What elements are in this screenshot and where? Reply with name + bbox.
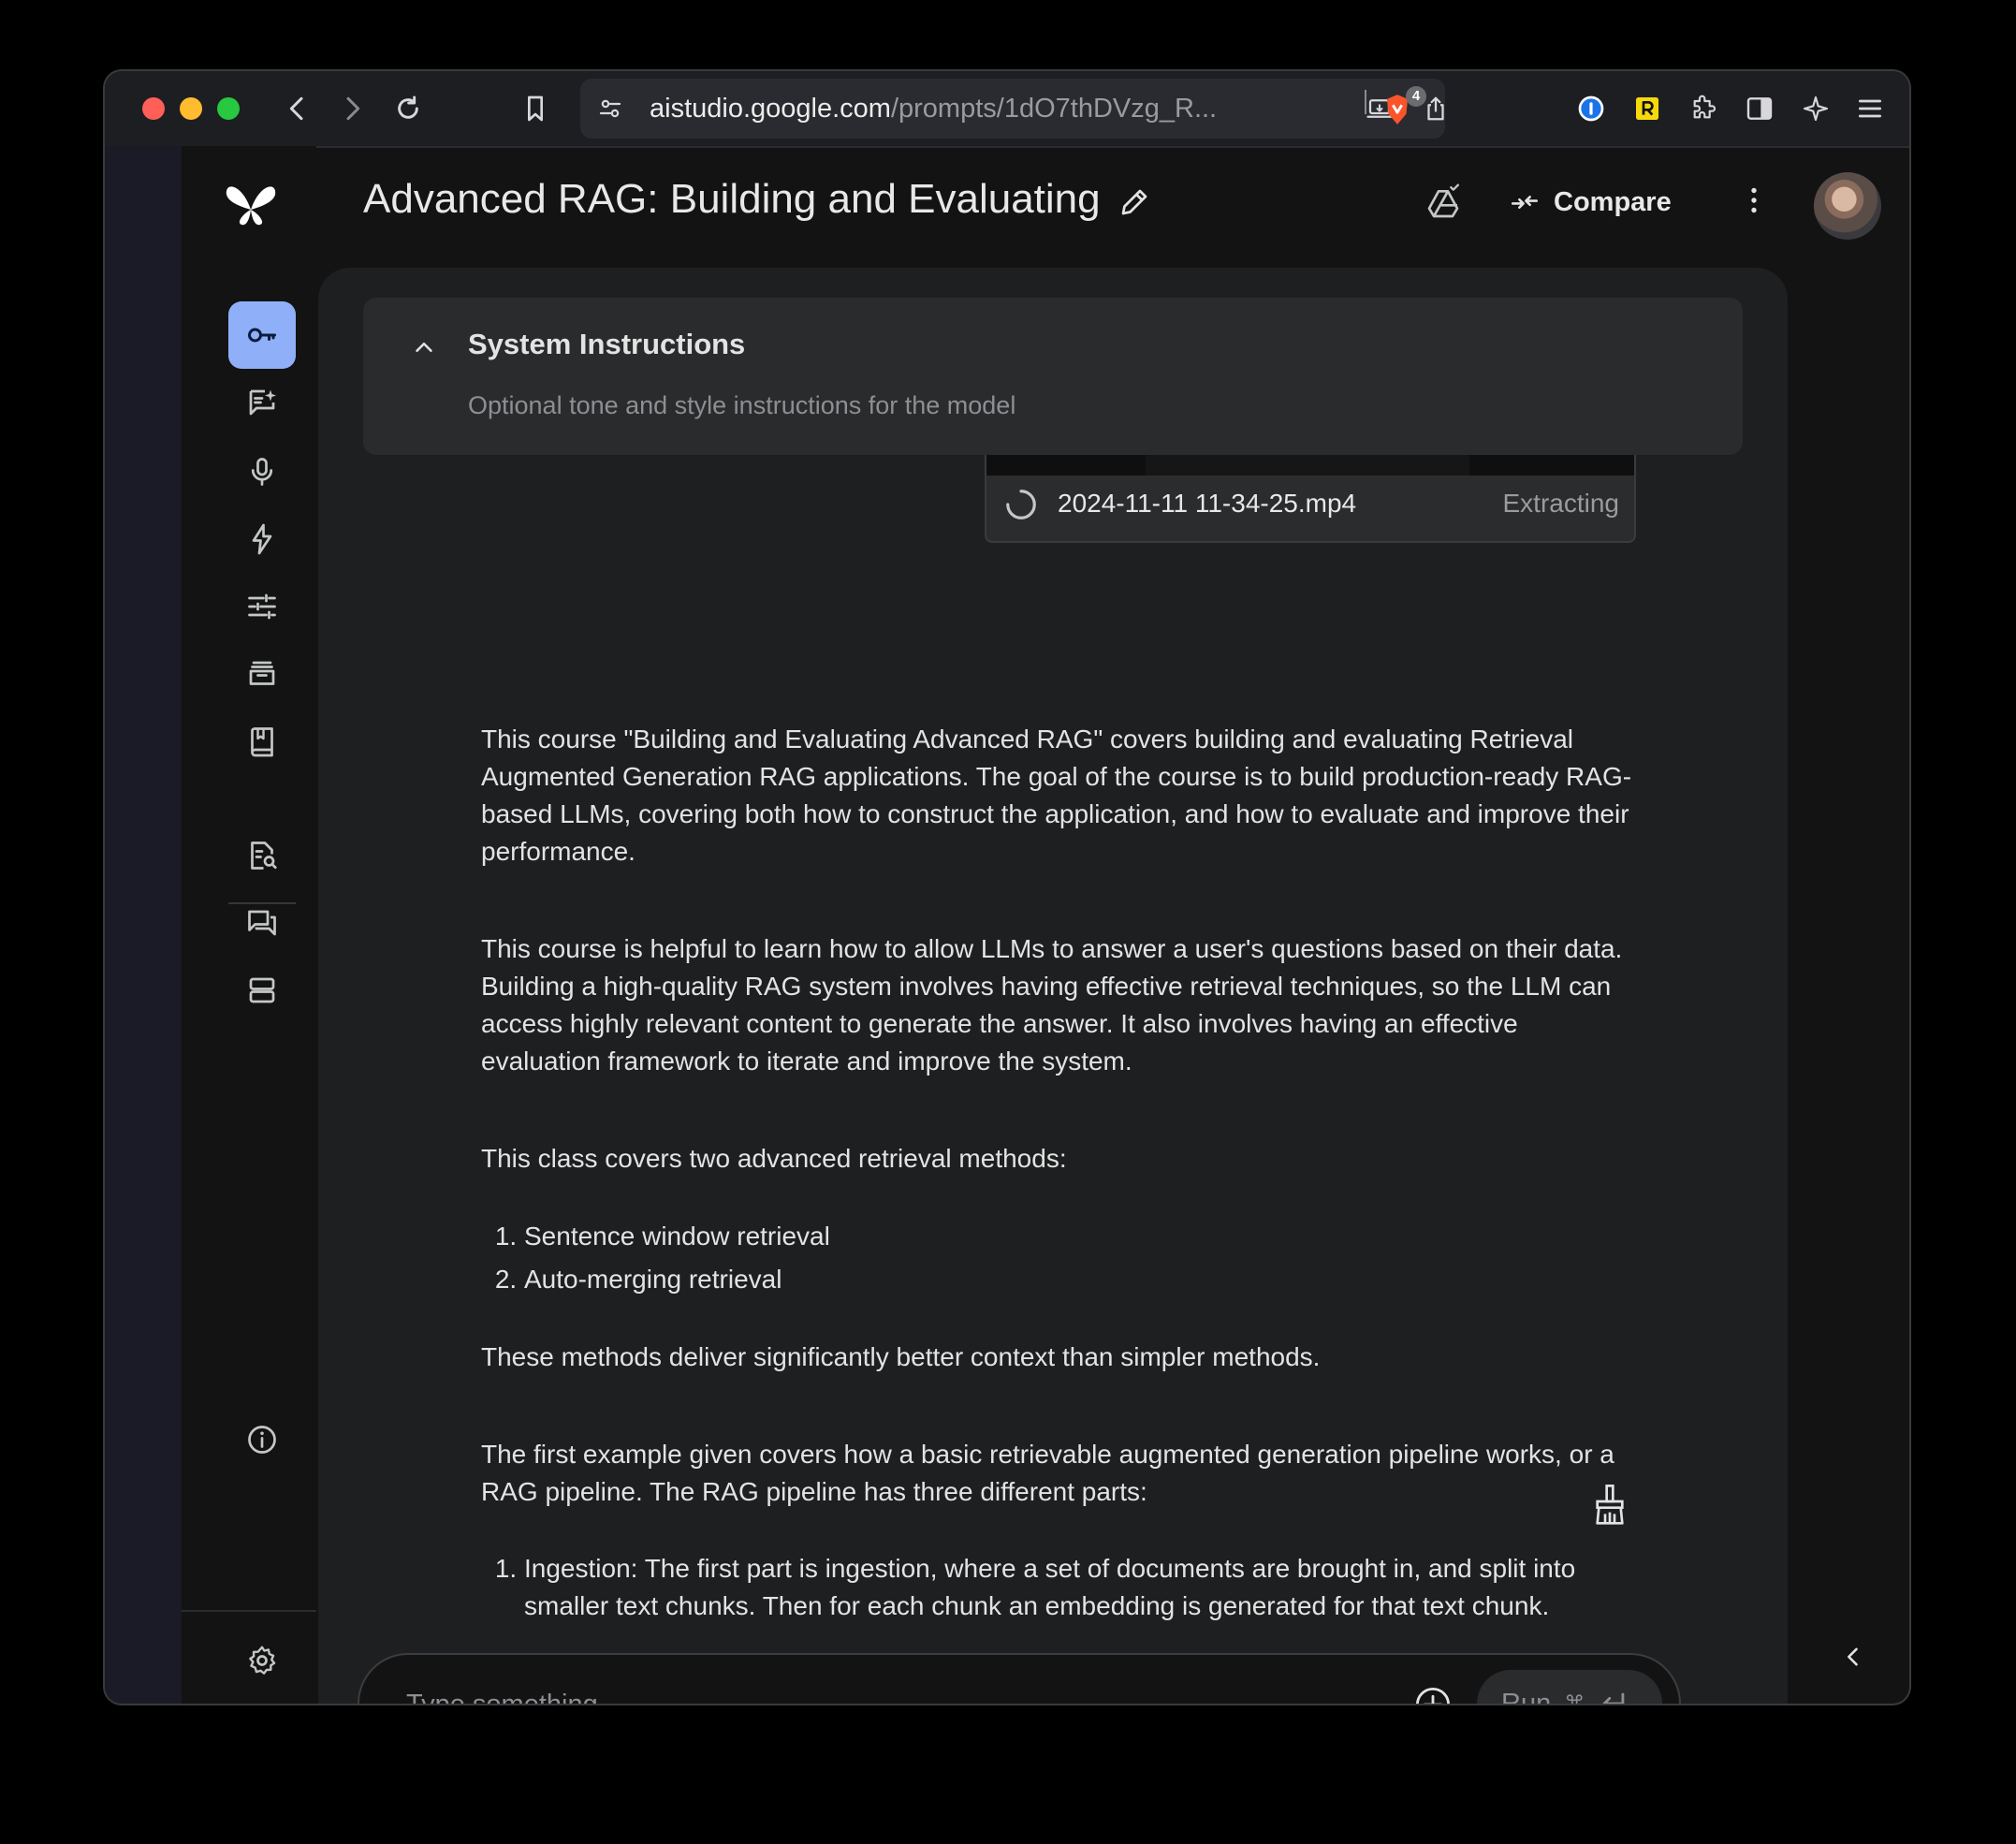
- documentation-button[interactable]: [228, 822, 296, 889]
- tune-model-button[interactable]: [228, 573, 296, 640]
- system-instructions-card[interactable]: System Instructions Optional tone and st…: [363, 298, 1743, 455]
- ai-studio-logo[interactable]: [223, 178, 279, 228]
- onepassword-icon[interactable]: [1572, 90, 1610, 127]
- shields-count-badge: 4: [1406, 86, 1426, 107]
- model-response: This course "Building and Evaluating Adv…: [481, 721, 1632, 1657]
- new-prompt-icon: [245, 386, 279, 419]
- info-button[interactable]: [228, 1406, 296, 1473]
- browser-window: aistudio.google.com/prompts/1dO7thDVzg_R…: [105, 71, 1909, 1704]
- forward-icon[interactable]: [333, 90, 371, 127]
- expand-sidebar-button[interactable]: [228, 1694, 296, 1704]
- close-window-button[interactable]: [142, 97, 165, 120]
- compare-icon: [1509, 186, 1541, 218]
- app-sidebar: [182, 146, 316, 1704]
- run-button[interactable]: Run ⌘: [1477, 1670, 1662, 1704]
- system-instructions-title: System Instructions: [468, 328, 746, 360]
- retrieval-methods-list: Sentence window retrieval Auto-merging r…: [481, 1215, 1632, 1301]
- prompt-panel: System Instructions Optional tone and st…: [318, 268, 1788, 1704]
- more-options-icon[interactable]: [1737, 183, 1771, 221]
- archive-icon: [245, 657, 279, 691]
- address-bar[interactable]: aistudio.google.com/prompts/1dO7thDVzg_R…: [580, 79, 1445, 139]
- sidebar-toggle-icon[interactable]: [1741, 90, 1778, 127]
- mic-icon: [245, 455, 279, 489]
- system-instructions-placeholder[interactable]: Optional tone and style instructions for…: [468, 391, 1015, 420]
- user-avatar[interactable]: [1814, 172, 1881, 240]
- command-key-glyph: ⌘: [1564, 1691, 1585, 1704]
- settings-icon: [245, 1644, 279, 1677]
- response-paragraph: The first example given covers how a bas…: [481, 1440, 1614, 1506]
- list-item: Auto-merging retrieval: [524, 1258, 1632, 1301]
- response-paragraph: These methods deliver significantly bett…: [481, 1342, 1321, 1371]
- compare-button[interactable]: Compare: [1509, 182, 1672, 223]
- loading-spinner-icon: [1003, 487, 1039, 522]
- prompt-gallery-button[interactable]: [228, 708, 296, 775]
- stream-realtime-button[interactable]: [228, 438, 296, 505]
- zoom-window-button[interactable]: [217, 97, 240, 120]
- edit-title-icon[interactable]: [1118, 185, 1151, 219]
- enter-key-icon: [1598, 1688, 1629, 1704]
- starter-apps-button[interactable]: [228, 505, 296, 573]
- page-title: Advanced RAG: Building and Evaluating: [363, 176, 1101, 222]
- create-prompt-button[interactable]: [228, 369, 296, 436]
- get-api-key-button[interactable]: [228, 301, 296, 369]
- back-icon[interactable]: [279, 90, 316, 127]
- response-paragraph: This class covers two advanced retrieval…: [481, 1144, 1067, 1173]
- storage-icon: [245, 973, 279, 1007]
- sidebar-bottom-divider: [182, 1610, 316, 1612]
- extensions-icon[interactable]: [1685, 90, 1722, 127]
- info-icon: [245, 1423, 279, 1456]
- url-path: /prompts/1dO7thDVzg_R...: [890, 94, 1218, 124]
- doc-search-icon: [245, 839, 279, 872]
- menu-icon[interactable]: [1851, 90, 1889, 127]
- run-label: Run: [1501, 1688, 1552, 1705]
- library-button[interactable]: [228, 640, 296, 708]
- forum-button[interactable]: [228, 889, 296, 957]
- attachment-status: Extracting: [1502, 489, 1620, 518]
- add-media-icon[interactable]: [1413, 1685, 1453, 1704]
- leo-ai-icon[interactable]: [1797, 90, 1834, 127]
- site-settings-icon[interactable]: [593, 92, 627, 125]
- bookmark-icon[interactable]: [517, 90, 554, 127]
- settings-button[interactable]: [228, 1627, 296, 1694]
- changelog-button[interactable]: [228, 957, 296, 1024]
- url-host: aistudio.google.com: [650, 94, 891, 124]
- chevron-up-icon[interactable]: [410, 333, 438, 361]
- r-extension-icon[interactable]: [1629, 90, 1666, 127]
- book-icon: [245, 724, 279, 758]
- clear-chat-icon[interactable]: [1591, 1483, 1629, 1528]
- window-left-rail: [105, 146, 182, 1704]
- browser-toolbar: aistudio.google.com/prompts/1dO7thDVzg_R…: [105, 71, 1909, 148]
- prompt-input-bar: Run ⌘: [358, 1653, 1681, 1704]
- list-item: Ingestion: The first part is ingestion, …: [524, 1550, 1632, 1625]
- chevron-left-icon[interactable]: [1840, 1644, 1866, 1670]
- list-item: Sentence window retrieval: [524, 1215, 1632, 1258]
- bolt-icon: [245, 522, 279, 556]
- response-paragraph: This course "Building and Evaluating Adv…: [481, 724, 1632, 866]
- url-text[interactable]: aistudio.google.com/prompts/1dO7thDVzg_R…: [650, 94, 1217, 124]
- reload-icon[interactable]: [389, 90, 427, 127]
- pipeline-parts-list: Ingestion: The first part is ingestion, …: [481, 1550, 1632, 1625]
- save-to-drive-icon[interactable]: [1424, 183, 1462, 221]
- prompt-input[interactable]: [404, 1683, 1344, 1704]
- key-icon: [245, 318, 279, 352]
- chat-icon: [245, 906, 279, 940]
- minimize-window-button[interactable]: [180, 97, 202, 120]
- response-paragraph: This course is helpful to learn how to a…: [481, 934, 1623, 1076]
- tune-icon: [245, 590, 279, 623]
- compare-label: Compare: [1554, 186, 1672, 217]
- address-divider: [1365, 90, 1366, 114]
- attachment-file-name: 2024-11-11 11-34-25.mp4: [1058, 489, 1357, 518]
